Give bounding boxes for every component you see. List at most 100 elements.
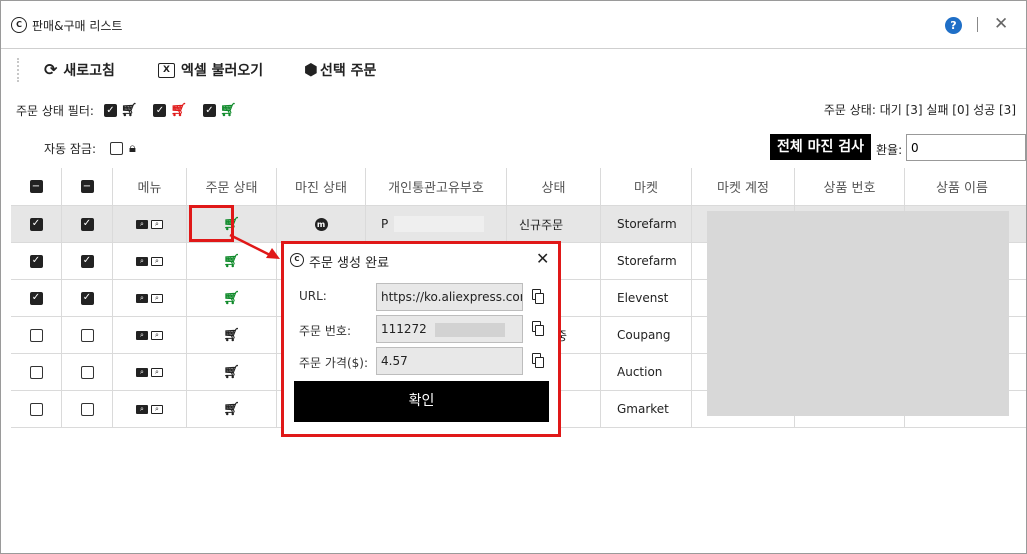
order-status-summary: 주문 상태: 대기 [3] 실패 [0] 성공 [3] (823, 103, 1016, 117)
auto-lock-checkbox[interactable] (110, 142, 124, 155)
select-all-checkbox-2[interactable]: − (80, 180, 94, 193)
cart-icon[interactable]: 🛒︎ (223, 366, 240, 379)
masked-account-product-area (707, 211, 1009, 416)
dialog-url-field[interactable]: https://ko.aliexpress.com/i (376, 283, 523, 311)
refresh-label: 새로고침 (63, 63, 115, 79)
search-product-icon[interactable]: ⌕ (151, 367, 163, 377)
dialog-title: 주문 생성 완료 (309, 256, 390, 271)
row-checkbox-2[interactable] (80, 402, 94, 416)
market-name: Auction (617, 365, 663, 379)
auto-lock: 자동 잠금: 🔒︎ (44, 140, 136, 157)
header-market: 마켓 (601, 168, 692, 205)
dialog-logo-icon: C (290, 253, 304, 267)
excel-import-button[interactable]: X 엑셀 불러오기 (158, 60, 263, 80)
search-product-icon[interactable]: ⌕ (151, 293, 163, 303)
row-select-cell[interactable] (11, 317, 62, 353)
header-customs-code: 개인통관고유부호 (366, 168, 507, 205)
row-menu-cell: ⌕ ⌕ (113, 206, 187, 242)
row-select-cell-2[interactable] (62, 391, 113, 427)
row-checkbox-2[interactable] (80, 328, 94, 342)
row-select-cell-2[interactable]: ✓ (62, 243, 113, 279)
excel-import-label: 엑셀 불러오기 (181, 63, 264, 79)
search-order-icon[interactable]: ⌕ (136, 330, 148, 340)
dialog-order-no-field[interactable]: 111272 (376, 315, 523, 343)
header-select-all[interactable]: − (11, 168, 62, 205)
search-order-icon[interactable]: ⌕ (136, 367, 148, 377)
row-market-cell: Gmarket (601, 391, 692, 427)
dialog-confirm-button[interactable]: 확인 (294, 381, 549, 422)
dialog-price-field[interactable]: 4.57 (376, 347, 523, 375)
help-icon[interactable]: ? (945, 17, 962, 34)
row-menu-cell: ⌕ ⌕ (113, 280, 187, 316)
filter-checkbox-failed[interactable]: ✓ (153, 104, 167, 117)
order-status-filter: 주문 상태 필터: ✓ 🛒︎ ✓ 🛒︎ ✓ 🛒︎ (16, 102, 236, 119)
row-select-cell-2[interactable] (62, 354, 113, 390)
copy-url-icon[interactable] (532, 289, 544, 304)
row-select-cell[interactable] (11, 354, 62, 390)
exchange-rate-input[interactable] (906, 134, 1026, 161)
row-checkbox-2[interactable]: ✓ (80, 291, 94, 305)
market-name: Elevenst (617, 291, 669, 305)
toolbar: ⟳ 새로고침 X 엑셀 불러오기 ⬢ 선택 주문 (1, 50, 1026, 88)
dialog-order-no-label: 주문 번호: (299, 324, 352, 338)
row-select-cell-2[interactable] (62, 317, 113, 353)
search-product-icon[interactable]: ⌕ (151, 219, 163, 229)
filter-label: 주문 상태 필터: (16, 104, 94, 118)
cart-icon[interactable]: 🛒︎ (223, 403, 240, 416)
row-select-cell-2[interactable]: ✓ (62, 280, 113, 316)
refresh-icon: ⟳ (44, 60, 58, 79)
search-product-icon[interactable]: ⌕ (151, 330, 163, 340)
market-name: Gmarket (617, 402, 669, 416)
header-margin-status: 마진 상태 (277, 168, 366, 205)
row-select-cell[interactable]: ✓ (11, 243, 62, 279)
row-checkbox[interactable] (29, 328, 43, 342)
dialog-order-no-redacted (434, 322, 505, 337)
copy-order-no-icon[interactable] (532, 321, 544, 336)
row-select-cell-2[interactable]: ✓ (62, 206, 113, 242)
cart-icon[interactable]: 🛒︎ (223, 329, 240, 342)
row-order-status-cell: 🛒︎ (187, 280, 277, 316)
auto-lock-label: 자동 잠금: (44, 142, 97, 156)
row-checkbox[interactable] (29, 365, 43, 379)
search-order-icon[interactable]: ⌕ (136, 256, 148, 266)
refresh-button[interactable]: ⟳ 새로고침 (44, 60, 115, 80)
header-status: 상태 (507, 168, 601, 205)
table-header: − − 메뉴 주문 상태 마진 상태 개인통관고유부호 상태 마켓 마켓 계정 … (11, 168, 1026, 206)
excel-icon: X (158, 62, 175, 78)
row-checkbox-2[interactable] (80, 365, 94, 379)
row-checkbox[interactable]: ✓ (29, 291, 43, 305)
row-checkbox[interactable] (29, 402, 43, 416)
cube-icon: ⬢ (304, 60, 318, 79)
order-created-dialog: C 주문 생성 완료 ✕ URL: https://ko.aliexpress.… (281, 241, 561, 437)
header-menu: 메뉴 (113, 168, 187, 205)
row-checkbox-2[interactable]: ✓ (80, 254, 94, 268)
selected-order-button[interactable]: ⬢ 선택 주문 (304, 60, 376, 80)
row-status-cell: 신규주문 (507, 206, 601, 242)
row-order-status-cell: 🛒︎ (187, 354, 277, 390)
row-select-cell[interactable]: ✓ (11, 206, 62, 242)
filter-checkbox-pending[interactable]: ✓ (103, 104, 117, 117)
row-checkbox-2[interactable]: ✓ (80, 217, 94, 231)
filter-checkbox-success[interactable]: ✓ (202, 104, 216, 117)
row-select-cell[interactable]: ✓ (11, 280, 62, 316)
search-order-icon[interactable]: ⌕ (136, 293, 148, 303)
row-select-cell[interactable] (11, 391, 62, 427)
copy-price-icon[interactable] (532, 353, 544, 368)
search-product-icon[interactable]: ⌕ (151, 404, 163, 414)
market-name: Storefarm (617, 254, 677, 268)
toolbar-grip (17, 58, 19, 82)
header-select-all-2[interactable]: − (62, 168, 113, 205)
select-all-checkbox[interactable]: − (29, 180, 43, 193)
search-order-icon[interactable]: ⌕ (136, 404, 148, 414)
search-order-icon[interactable]: ⌕ (136, 219, 148, 229)
row-checkbox[interactable]: ✓ (29, 254, 43, 268)
dialog-close-icon[interactable]: ✕ (536, 249, 549, 269)
title-bar: C 판매&구매 리스트 ? ✕ (1, 1, 1026, 49)
cart-icon[interactable]: 🛒︎ (223, 292, 240, 305)
row-checkbox[interactable]: ✓ (29, 217, 43, 231)
search-product-icon[interactable]: ⌕ (151, 256, 163, 266)
cart-icon-pending: 🛒︎ (120, 103, 138, 118)
customs-code: P (381, 217, 389, 231)
full-margin-check-button[interactable]: 전체 마진 검사 (770, 134, 871, 160)
window-close-icon[interactable]: ✕ (994, 14, 1008, 34)
